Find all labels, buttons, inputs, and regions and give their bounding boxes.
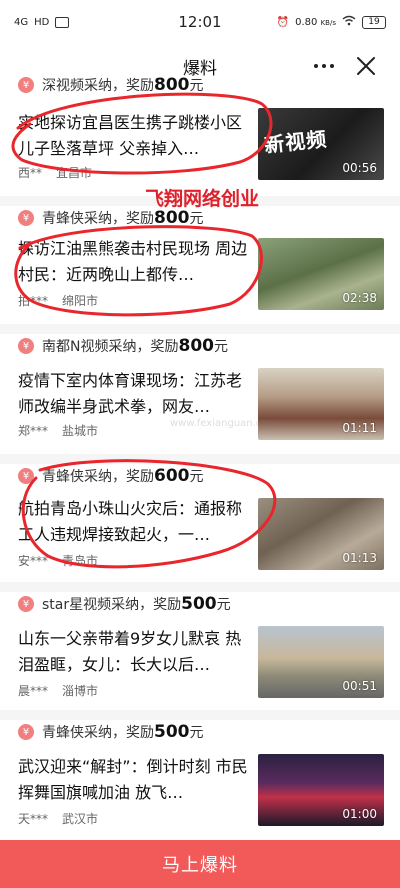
- list-item[interactable]: ¥ 青蜂侠采纳，奖励 500 元 武汉迎来“解封”：倒计时刻 市民挥舞国旗喊加油 放…: [0, 720, 400, 840]
- divider: [0, 582, 400, 592]
- page-title: 爆料: [183, 58, 217, 79]
- submit-tip-button[interactable]: 马上爆料: [0, 840, 400, 888]
- net-speed: 0.80 KB/s: [295, 16, 336, 28]
- yen-badge-icon: ¥: [18, 77, 34, 93]
- notification-icon: [55, 16, 70, 28]
- item-source: ¥ star星视频采纳，奖励 500 元: [18, 592, 231, 616]
- video-thumbnail[interactable]: 新视频 00:56: [258, 108, 384, 180]
- item-meta: 晨*** 淄博市: [18, 684, 99, 698]
- item-source: ¥ 青蜂侠采纳，奖励 500 元: [18, 720, 204, 744]
- video-thumbnail[interactable]: 00:51: [258, 626, 384, 698]
- item-title[interactable]: 山东一父亲带着9岁女儿默哀 热泪盈眶，女儿：长大以后…: [18, 626, 254, 678]
- yen-badge-icon: ¥: [18, 468, 34, 484]
- watermark-text: 飞翔网络创业: [145, 188, 260, 210]
- video-thumbnail[interactable]: 02:38: [258, 238, 384, 310]
- item-meta: 安*** 青岛市: [18, 554, 99, 568]
- item-title[interactable]: 探访江油黑熊袭击村民现场 周边村民：近两晚山上都传…: [18, 236, 254, 288]
- hd-label: HD: [34, 16, 50, 28]
- video-duration: 00:56: [342, 161, 377, 175]
- thumb-text: 新视频: [263, 126, 329, 158]
- video-duration: 01:13: [342, 551, 377, 565]
- item-source: ¥ 青蜂侠采纳，奖励 600 元: [18, 464, 204, 488]
- video-thumbnail[interactable]: 01:13: [258, 498, 384, 570]
- item-meta: 天*** 武汉市: [18, 812, 99, 826]
- item-source: ¥ 深视频采纳，奖励 800 元: [18, 76, 204, 97]
- item-meta: 拍*** 绵阳市: [18, 294, 99, 308]
- item-source: ¥ 南都N视频采纳，奖励 800 元: [18, 334, 228, 358]
- status-left: 4G HD: [14, 16, 70, 28]
- video-duration: 01:11: [342, 421, 377, 435]
- video-thumbnail[interactable]: 01:00: [258, 754, 384, 826]
- item-title[interactable]: 航拍青岛小珠山火灾后：通报称工人违规焊接致起火，一…: [18, 496, 254, 548]
- item-title[interactable]: 武汉迎来“解封”：倒计时刻 市民挥舞国旗喊加油 放飞…: [18, 754, 254, 806]
- yen-badge-icon: ¥: [18, 724, 34, 740]
- yen-badge-icon: ¥: [18, 210, 34, 226]
- video-duration: 02:38: [342, 291, 377, 305]
- yen-badge-icon: ¥: [18, 338, 34, 354]
- item-title[interactable]: 实地探访宜昌医生携子跳楼小区 儿子坠落草坪 父亲掉入…: [18, 110, 254, 162]
- battery-icon: 19: [362, 15, 386, 29]
- alarm-icon: ⏰: [276, 16, 290, 28]
- item-meta: 西** 宜昌市: [18, 166, 93, 180]
- list-item[interactable]: ¥ star星视频采纳，奖励 500 元 山东一父亲带着9岁女儿默哀 热泪盈眶，女儿…: [0, 592, 400, 716]
- video-thumbnail[interactable]: 01:11: [258, 368, 384, 440]
- list-item[interactable]: ¥ 南都N视频采纳，奖励 800 元 疫情下室内体育课现场：江苏老师改编半身武术拳，…: [0, 334, 400, 460]
- item-meta: 郑*** 盐城市: [18, 424, 99, 438]
- divider: [0, 324, 400, 334]
- divider: [0, 710, 400, 720]
- item-title[interactable]: 疫情下室内体育课现场：江苏老师改编半身武术拳，网友…: [18, 368, 254, 420]
- wifi-icon: [342, 15, 356, 29]
- signal-label: 4G: [14, 16, 29, 28]
- faint-watermark: www.fexianguan.com: [170, 418, 278, 429]
- status-right: ⏰ 0.80 KB/s 19: [277, 15, 386, 29]
- video-duration: 01:00: [342, 807, 377, 821]
- yen-badge-icon: ¥: [18, 596, 34, 612]
- status-bar: 4G HD 12:01 ⏰ 0.80 KB/s 19: [0, 0, 400, 44]
- video-duration: 00:51: [342, 679, 377, 693]
- divider: [0, 454, 400, 464]
- list-item[interactable]: ¥ 青蜂侠采纳，奖励 600 元 航拍青岛小珠山火灾后：通报称工人违规焊接致起火，一…: [0, 464, 400, 588]
- list-item[interactable]: ¥ 青蜂侠采纳，奖励 800 元 探访江油黑熊袭击村民现场 周边村民：近两晚山上都传…: [0, 206, 400, 331]
